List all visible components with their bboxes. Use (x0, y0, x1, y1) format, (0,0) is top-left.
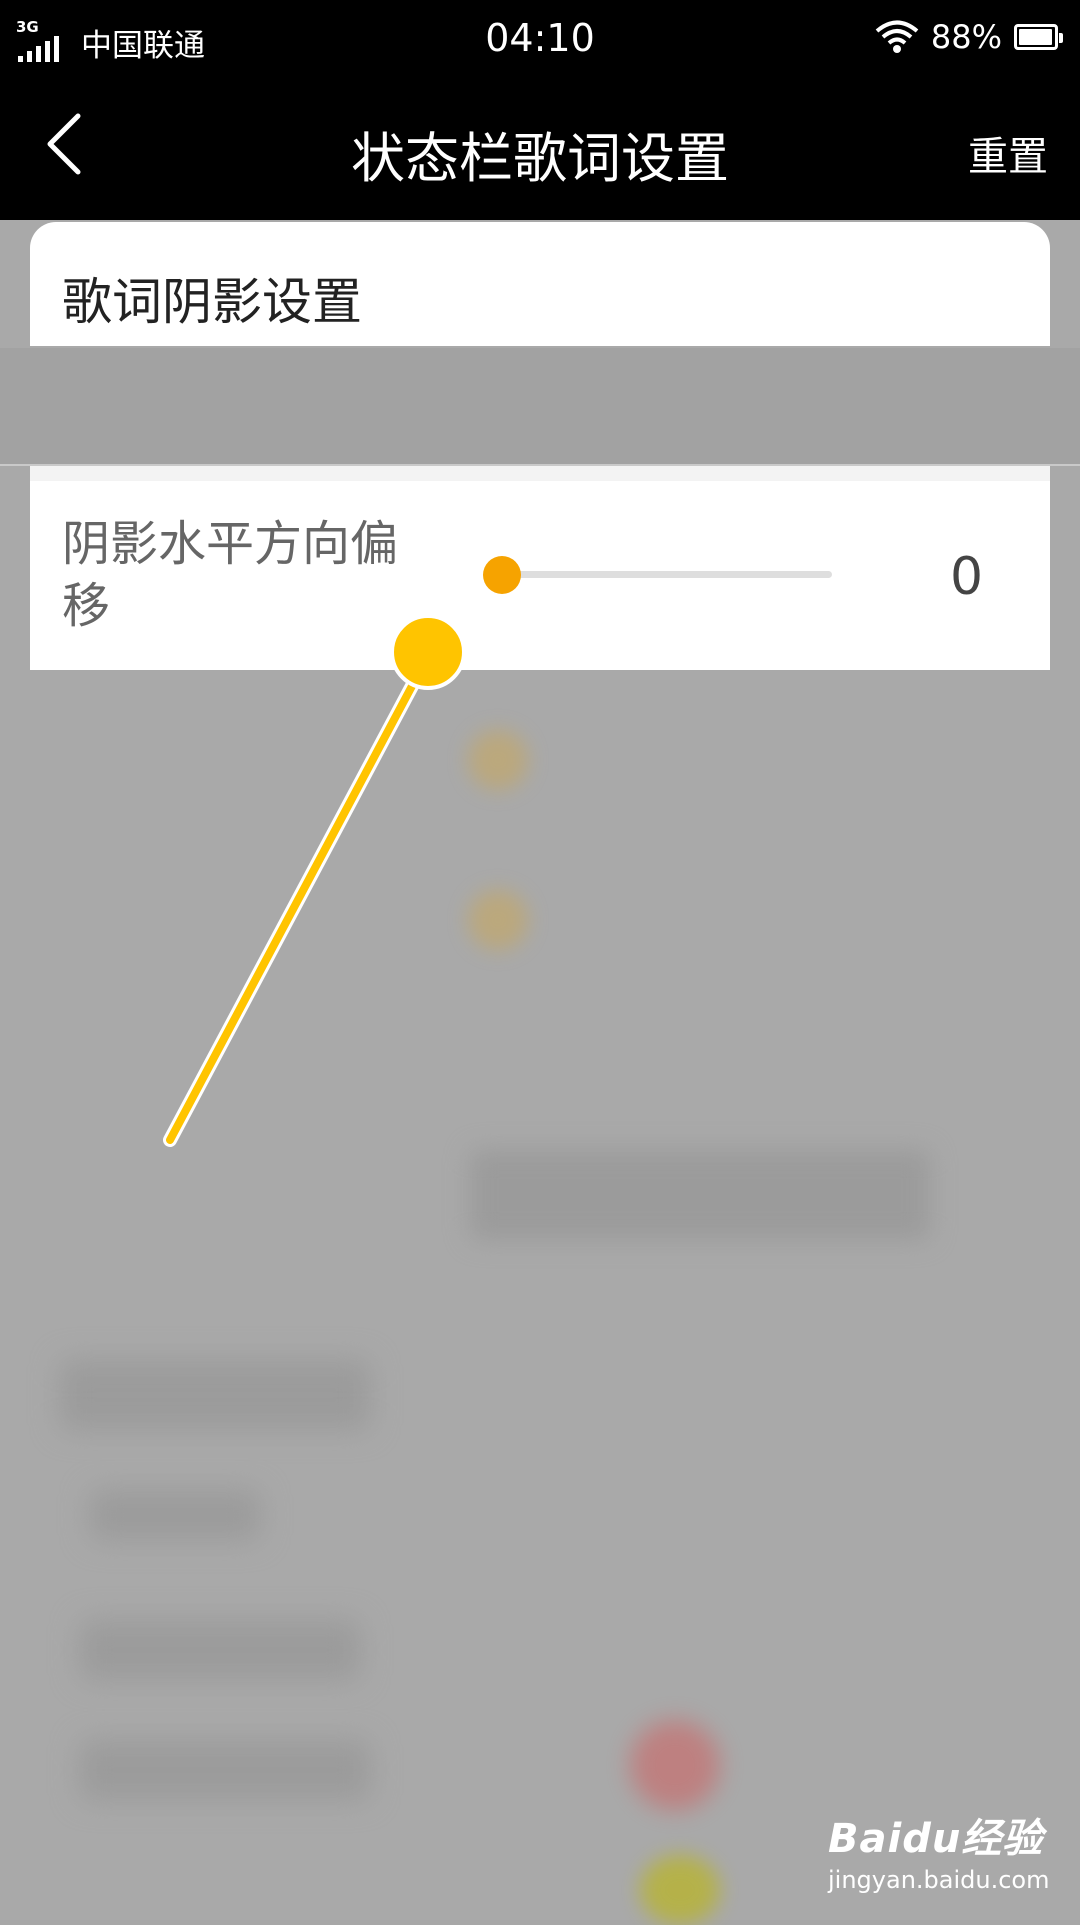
offset-slider-track[interactable] (502, 571, 832, 578)
setting-label: 阴影水平方向偏移 (62, 516, 399, 634)
battery-icon (1014, 24, 1063, 50)
card-title: 歌词阴影设置 (62, 273, 362, 331)
nav-bar: 状态栏歌词设置 重置 (0, 78, 1080, 220)
settings-card-header: 歌词阴影设置 (30, 222, 1050, 346)
offset-slider-thumb[interactable] (483, 556, 521, 594)
battery-percent: 88% (930, 18, 1002, 56)
wifi-icon (875, 20, 919, 53)
status-right: 88% (875, 18, 1063, 56)
blurred-bar (60, 1360, 370, 1430)
blurred-thumb (468, 890, 528, 950)
row-divider (30, 466, 1050, 481)
shadow-horizontal-offset-row: 阴影水平方向偏移 0 (30, 481, 1050, 670)
watermark-url: jingyan.baidu.com (828, 1866, 1050, 1894)
blurred-bar (80, 1620, 360, 1680)
blurred-thumb (468, 730, 528, 790)
blurred-bar (80, 1740, 370, 1800)
offset-value: 0 (950, 547, 984, 607)
blurred-red-swatch (630, 1720, 720, 1810)
blurred-yellow-swatch (640, 1855, 720, 1925)
page-title: 状态栏歌词设置 (351, 127, 729, 190)
status-bar: 3G 中国联通 04:10 88% (0, 0, 1080, 78)
blurred-bar (470, 1150, 930, 1240)
watermark-logo: Baidu经验 (828, 1816, 1044, 1862)
reset-button[interactable]: 重置 (968, 124, 1048, 182)
blurred-setting-row (0, 348, 1080, 466)
blurred-bar (90, 1490, 260, 1540)
watermark: Baidu经验 jingyan.baidu.com (828, 1806, 1049, 1894)
